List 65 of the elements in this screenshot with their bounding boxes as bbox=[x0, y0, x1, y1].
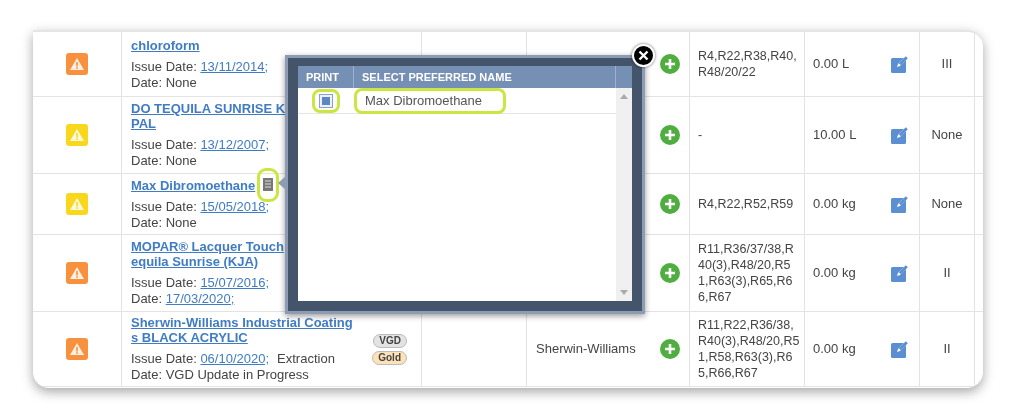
issue-date-label: Issue Date: bbox=[131, 351, 198, 366]
issue-date-link[interactable]: 15/07/2016; bbox=[200, 275, 270, 290]
edit-icon[interactable] bbox=[891, 126, 908, 144]
scroll-up-icon[interactable] bbox=[620, 94, 628, 99]
issue-date-link[interactable]: 13/12/2007; bbox=[200, 137, 270, 152]
scrollbar[interactable] bbox=[616, 88, 632, 301]
edit-icon[interactable] bbox=[891, 195, 908, 213]
risk-phrases: R4,R22,R52,R59 bbox=[698, 196, 794, 212]
status-badge: VGD bbox=[373, 333, 407, 348]
risk-phrases: R4,R22,R38,R40,R48/20/22 bbox=[698, 48, 798, 80]
document-icon[interactable] bbox=[257, 167, 280, 202]
product-name-link[interactable]: equila Sunrise (KJA) bbox=[131, 254, 284, 269]
add-icon[interactable] bbox=[659, 125, 680, 145]
quantity-text: 0.00 L bbox=[813, 55, 850, 74]
product-name-link[interactable]: DO TEQUILA SUNRISE K bbox=[131, 101, 286, 116]
column-header: PRINT bbox=[298, 66, 354, 88]
date-label: Date: bbox=[131, 74, 164, 90]
date-value: None bbox=[165, 153, 197, 168]
product-name-link[interactable]: chloroform bbox=[131, 37, 200, 53]
status-badge: Gold bbox=[372, 350, 407, 365]
class-text: None bbox=[931, 126, 963, 145]
date-link[interactable]: 17/03/2020; bbox=[165, 291, 235, 306]
scroll-down-icon[interactable] bbox=[620, 290, 628, 295]
issue-date-label: Issue Date: bbox=[131, 198, 198, 214]
class-text: None bbox=[931, 195, 963, 214]
issue-date-label: Issue Date: bbox=[131, 137, 198, 152]
issue-date-link[interactable]: 06/10/2020; bbox=[200, 351, 270, 366]
risk-phrases: R11,R22,R36/38,R40(3),R48/20,R51,R58,R63(3),R65,R66,R67 bbox=[698, 317, 800, 381]
add-icon[interactable] bbox=[659, 194, 680, 214]
date-value: None bbox=[165, 214, 197, 230]
product-name-link[interactable]: MOPAR® Lacquer Touch bbox=[131, 239, 284, 254]
date-label: Date: bbox=[131, 214, 164, 230]
product-name-link[interactable]: Sherwin-Williams Industrial Coating bbox=[131, 315, 353, 330]
supplier-text: Sherwin-Williams bbox=[536, 340, 636, 359]
add-icon[interactable] bbox=[659, 339, 680, 359]
preferred-name-option[interactable]: Max Dibromoethane bbox=[354, 87, 506, 114]
date-value: None bbox=[165, 74, 197, 90]
risk-phrases: - bbox=[698, 127, 703, 143]
class-text: II bbox=[943, 340, 951, 359]
date-label: Date: bbox=[131, 153, 164, 168]
quantity-text: 0.00 kg bbox=[813, 195, 856, 214]
add-icon[interactable] bbox=[659, 263, 680, 283]
quantity-text: 0.00 kg bbox=[813, 340, 856, 359]
edit-icon[interactable] bbox=[891, 264, 908, 282]
class-text: III bbox=[941, 55, 953, 74]
issue-date-label: Issue Date: bbox=[131, 58, 198, 74]
date-label: Date: bbox=[131, 367, 164, 382]
extraction-label: Extraction bbox=[277, 351, 335, 366]
print-checkbox[interactable] bbox=[312, 88, 340, 113]
column-header: SELECT PREFERRED NAME bbox=[354, 66, 616, 88]
product-name-link[interactable]: Max Dibromoethane bbox=[131, 177, 256, 193]
class-text: II bbox=[943, 264, 951, 283]
edit-icon[interactable] bbox=[891, 55, 908, 73]
date-label: Date: bbox=[131, 291, 164, 306]
issue-date-link[interactable]: 15/05/2018; bbox=[200, 198, 270, 214]
date-value: VGD Update in Progress bbox=[165, 367, 309, 382]
issue-date-label: Issue Date: bbox=[131, 275, 198, 290]
edit-icon[interactable] bbox=[891, 340, 908, 358]
risk-phrases: R11,R36/37/38,R40(3),R48/20,R51,R63(3),R65,R66,R67 bbox=[698, 241, 795, 305]
quantity-text: 10.00 L bbox=[813, 126, 857, 145]
close-icon bbox=[638, 50, 649, 61]
issue-date-link[interactable]: 13/11/2014; bbox=[200, 58, 269, 74]
product-name-link[interactable]: s BLACK ACRYLIC bbox=[131, 330, 353, 345]
product-name-link[interactable]: PAL bbox=[131, 116, 286, 131]
quantity-text: 0.00 kg bbox=[813, 264, 856, 283]
